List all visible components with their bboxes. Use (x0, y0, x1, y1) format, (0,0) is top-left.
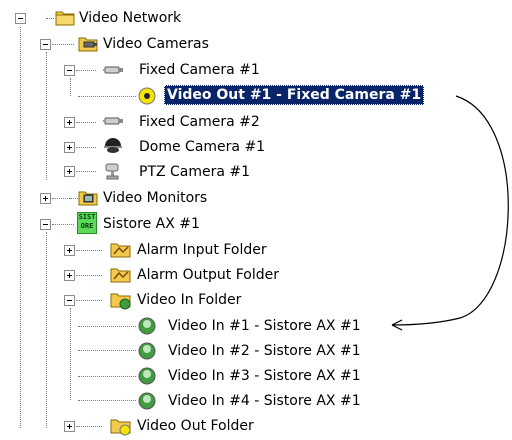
alarm-folder-icon (110, 240, 131, 258)
video-in-folder-icon (110, 290, 131, 310)
expand-toggle[interactable] (64, 421, 75, 432)
tree-item-video-out-folder[interactable]: Video Out Folder (134, 416, 257, 436)
folder-icon (55, 8, 75, 26)
video-in-icon (137, 316, 157, 335)
video-out-icon (137, 86, 157, 105)
video-in-icon (137, 391, 157, 410)
fixed-camera-icon (102, 112, 123, 130)
tree-line (76, 70, 96, 71)
tree-line (70, 308, 71, 400)
sistore-badge-bottom: ORE (80, 222, 94, 230)
collapse-toggle[interactable] (64, 65, 75, 76)
expand-toggle[interactable] (40, 193, 51, 204)
alarm-folder-icon (110, 265, 131, 283)
tree-line (78, 96, 136, 97)
tree-line (52, 198, 74, 199)
expand-toggle[interactable] (64, 117, 75, 128)
tree-item-video-cameras[interactable]: Video Cameras (100, 34, 212, 54)
tree-line (46, 18, 54, 19)
folder-camera-icon (78, 34, 98, 52)
tree-item-alarm-output-folder[interactable]: Alarm Output Folder (134, 265, 282, 285)
expand-toggle[interactable] (64, 245, 75, 256)
collapse-toggle[interactable] (40, 219, 51, 230)
tree-item-video-out-1[interactable]: Video Out #1 - Fixed Camera #1 (164, 85, 425, 105)
tree-line (46, 232, 47, 428)
tree-line (46, 52, 47, 180)
tree-item-video-in-3[interactable]: Video In #3 - Sistore AX #1 (165, 366, 364, 386)
expand-toggle[interactable] (64, 166, 75, 177)
sistore-icon: SIST ORE (77, 212, 97, 234)
sistore-badge-top: SIST (78, 213, 96, 221)
folder-monitor-icon (78, 188, 98, 206)
tree-item-alarm-input-folder[interactable]: Alarm Input Folder (134, 240, 270, 260)
tree-item-video-in-2[interactable]: Video In #2 - Sistore AX #1 (165, 341, 364, 361)
tree-line (76, 275, 102, 276)
tree-item-video-network[interactable]: Video Network (76, 8, 184, 28)
tree-line (76, 250, 102, 251)
tree-line (52, 44, 74, 45)
tree-item-sistore-ax-1[interactable]: Sistore AX #1 (100, 214, 203, 234)
video-out-folder-icon (110, 416, 131, 436)
tree-line (76, 122, 96, 123)
tree-line (20, 27, 21, 428)
tree-item-video-in-1[interactable]: Video In #1 - Sistore AX #1 (165, 316, 364, 336)
dome-camera-icon (102, 137, 122, 155)
tree-item-video-in-4[interactable]: Video In #4 - Sistore AX #1 (165, 391, 364, 411)
expand-toggle[interactable] (64, 270, 75, 281)
tree-line (52, 224, 74, 225)
tree-line (78, 326, 136, 327)
tree-item-fixed-camera-2[interactable]: Fixed Camera #2 (136, 112, 263, 132)
collapse-toggle[interactable] (64, 295, 75, 306)
tree-view: Video Network Video Cameras Fixed Camera… (0, 0, 512, 440)
collapse-toggle[interactable] (15, 13, 26, 24)
tree-line (76, 426, 102, 427)
expand-toggle[interactable] (64, 142, 75, 153)
ptz-camera-icon (102, 161, 122, 180)
video-in-icon (137, 366, 157, 385)
tree-line (76, 171, 96, 172)
tree-item-video-in-folder[interactable]: Video In Folder (134, 290, 244, 310)
tree-line (76, 147, 96, 148)
fixed-camera-icon (102, 61, 123, 79)
tree-item-ptz-camera-1[interactable]: PTZ Camera #1 (136, 162, 253, 182)
tree-line (78, 376, 136, 377)
tree-line (78, 400, 136, 401)
tree-item-video-monitors[interactable]: Video Monitors (100, 188, 210, 208)
video-in-icon (137, 341, 157, 360)
tree-item-fixed-camera-1[interactable]: Fixed Camera #1 (136, 60, 263, 80)
tree-line (76, 300, 102, 301)
tree-item-dome-camera-1[interactable]: Dome Camera #1 (136, 137, 268, 157)
tree-line (78, 350, 136, 351)
collapse-toggle[interactable] (40, 39, 51, 50)
tree-line (70, 78, 71, 96)
